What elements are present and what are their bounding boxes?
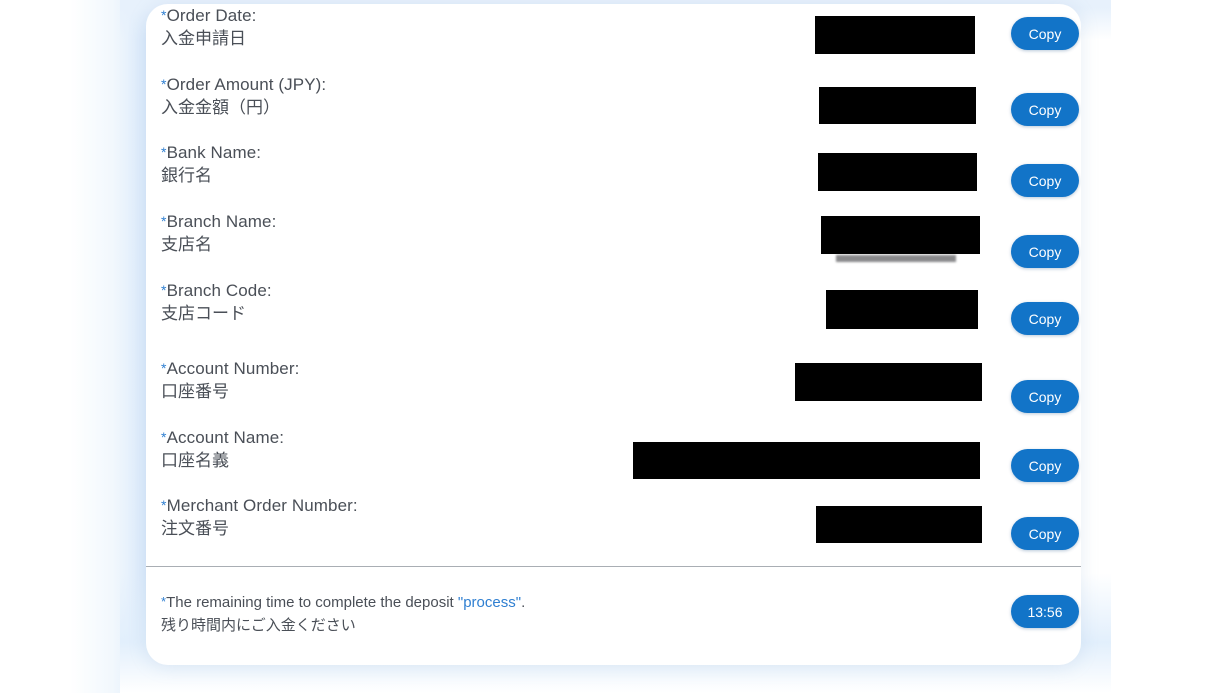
field-row: *Branch Name: 支店名 Copy (146, 210, 1081, 268)
redacted-value (818, 153, 977, 191)
field-row: *Bank Name: 銀行名 Copy (146, 141, 1081, 197)
field-label-en: *Branch Code: (161, 279, 272, 302)
field-label-en: *Merchant Order Number: (161, 494, 358, 517)
field-row: *Order Amount (JPY): 入金金額（円） Copy (146, 73, 1081, 129)
field-label-group: *Account Number: 口座番号 (161, 357, 299, 405)
redacted-value (816, 506, 982, 543)
remaining-time-note: *The remaining time to complete the depo… (161, 591, 525, 637)
field-label-group: *Order Amount (JPY): 入金金額（円） (161, 73, 326, 121)
note-text-after: . (521, 594, 526, 611)
field-label-en: *Order Date: (161, 4, 256, 27)
field-label-en-text: Bank Name: (166, 143, 262, 162)
copy-button[interactable]: Copy (1011, 517, 1079, 550)
redacted-value (821, 216, 980, 254)
remaining-time-note-ja: 残り時間内にご入金ください (161, 616, 356, 634)
redacted-value (826, 290, 978, 329)
field-row: *Account Name: 口座名義 Copy (146, 426, 1081, 482)
redacted-value (815, 16, 975, 54)
field-label-en-text: Merchant Order Number: (166, 496, 358, 515)
note-text-before: The remaining time to complete the depos… (166, 594, 458, 611)
redacted-value (633, 442, 980, 479)
field-label-group: *Order Date: 入金申請日 (161, 4, 256, 52)
field-row: *Order Date: 入金申請日 Copy (146, 4, 1081, 60)
field-label-en: *Branch Name: (161, 210, 276, 233)
countdown-timer-badge[interactable]: 13:56 (1011, 595, 1079, 628)
field-label-group: *Branch Name: 支店名 (161, 210, 276, 258)
redaction-residue (836, 255, 956, 262)
copy-button[interactable]: Copy (1011, 449, 1079, 482)
field-label-en-text: Order Amount (JPY): (166, 75, 327, 94)
field-label-group: *Merchant Order Number: 注文番号 (161, 494, 358, 542)
copy-button[interactable]: Copy (1011, 93, 1079, 126)
field-label-ja: 支店コード (161, 304, 246, 324)
field-label-ja: 銀行名 (161, 166, 212, 186)
process-link[interactable]: "process" (458, 594, 521, 611)
copy-button[interactable]: Copy (1011, 302, 1079, 335)
copy-button[interactable]: Copy (1011, 164, 1079, 197)
field-label-en-text: Branch Name: (166, 212, 277, 231)
copy-button[interactable]: Copy (1011, 235, 1079, 268)
field-row: *Account Number: 口座番号 Copy (146, 357, 1081, 413)
redacted-value (795, 363, 982, 401)
field-label-en-text: Branch Code: (166, 281, 272, 300)
field-label-group: *Account Name: 口座名義 (161, 426, 284, 474)
copy-button[interactable]: Copy (1011, 17, 1079, 50)
field-label-ja: 口座名義 (161, 451, 229, 471)
field-label-group: *Branch Code: 支店コード (161, 279, 272, 327)
field-label-group: *Bank Name: 銀行名 (161, 141, 261, 189)
field-label-en-text: Account Name: (166, 428, 285, 447)
deposit-details-card: *Order Date: 入金申請日 Copy *Order Amount (JPY)… (146, 4, 1081, 665)
redacted-value (819, 87, 976, 124)
field-label-en: *Order Amount (JPY): (161, 73, 326, 96)
card-footer: *The remaining time to complete the depo… (146, 567, 1081, 665)
field-label-en: *Account Number: (161, 357, 299, 380)
field-label-en: *Bank Name: (161, 141, 261, 164)
field-label-ja: 入金金額（円） (161, 98, 280, 118)
field-label-ja: 入金申請日 (161, 29, 246, 49)
field-label-en: *Account Name: (161, 426, 284, 449)
field-row: *Merchant Order Number: 注文番号 Copy (146, 494, 1081, 550)
copy-button[interactable]: Copy (1011, 380, 1079, 413)
deposit-field-list: *Order Date: 入金申請日 Copy *Order Amount (JPY)… (146, 4, 1081, 566)
field-label-ja: 注文番号 (161, 519, 229, 539)
field-label-ja: 口座番号 (161, 382, 229, 402)
field-label-en-text: Order Date: (166, 6, 257, 25)
field-label-ja: 支店名 (161, 235, 212, 255)
field-label-en-text: Account Number: (166, 359, 300, 378)
remaining-time-note-en: *The remaining time to complete the depo… (161, 591, 525, 614)
field-row: *Branch Code: 支店コード Copy (146, 279, 1081, 335)
